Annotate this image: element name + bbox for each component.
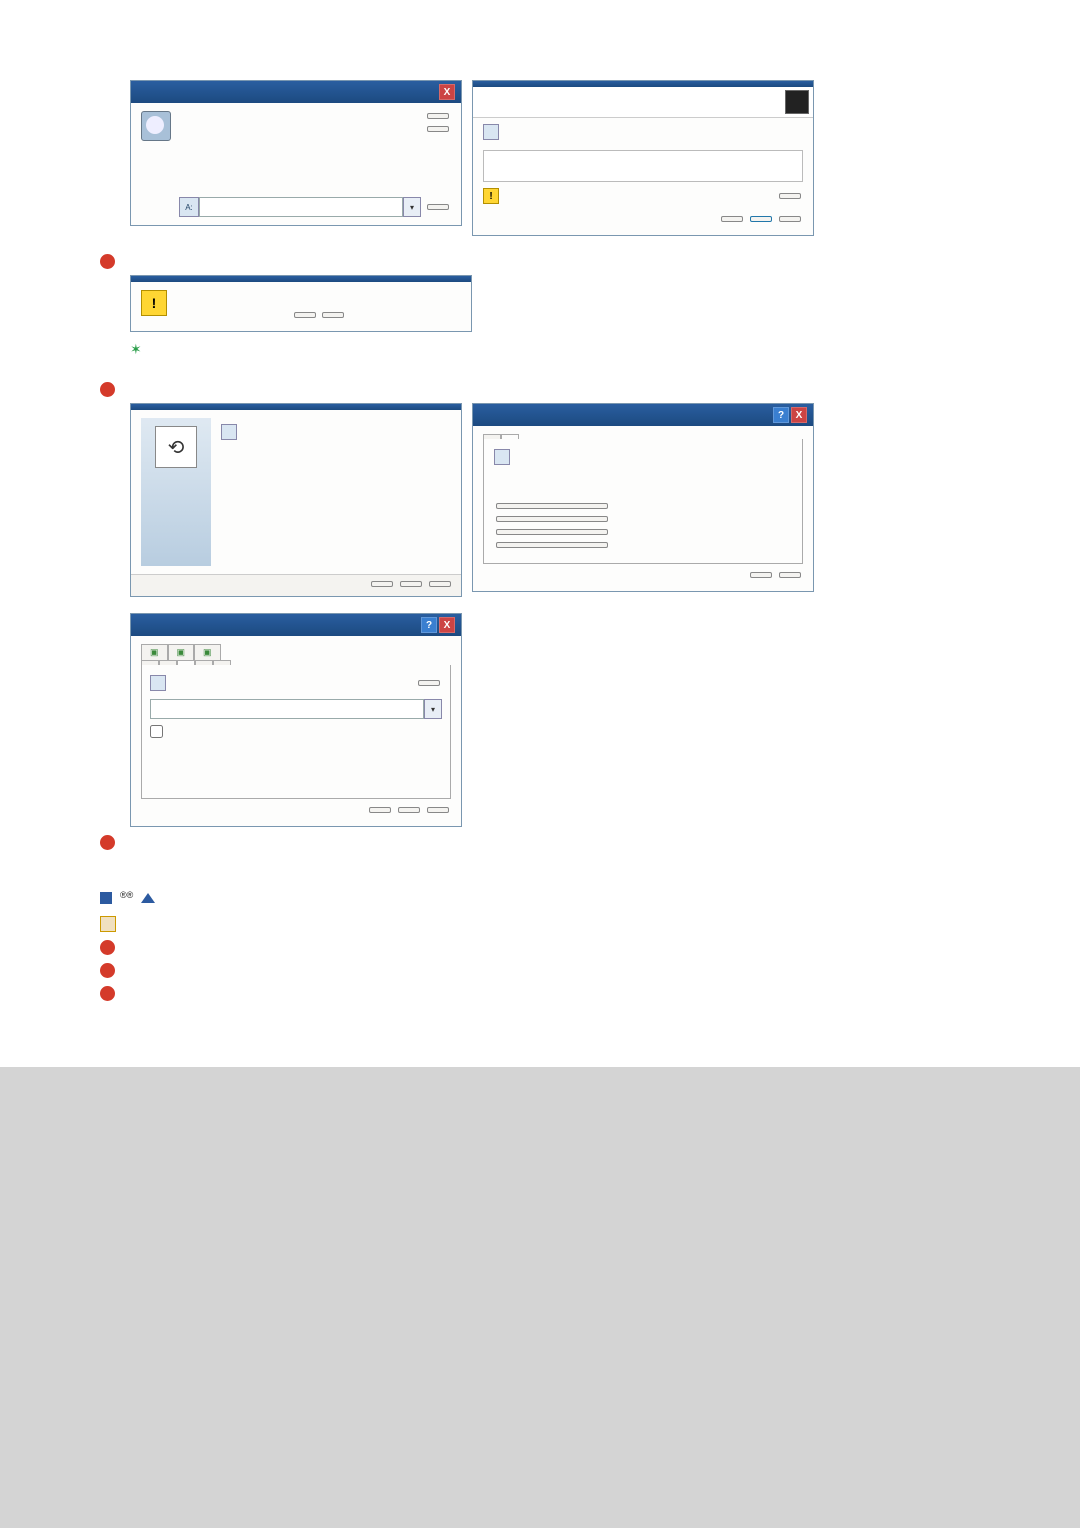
tab-color-correction[interactable]: ▣	[194, 644, 221, 660]
disk-icon	[141, 111, 171, 141]
tab-device[interactable]: ▣	[168, 644, 195, 660]
tab-general-d[interactable]	[141, 660, 159, 665]
wizard-graphic: ⟲	[141, 418, 211, 566]
step-9	[100, 380, 980, 397]
refresh-rate-select[interactable]	[150, 699, 424, 719]
warning-icon: !	[141, 290, 167, 316]
monitor-icon	[221, 424, 237, 440]
hw-installation-dialog: !	[130, 275, 472, 332]
signer-value	[526, 487, 528, 489]
sub-step-1-number	[100, 940, 115, 955]
properties-button[interactable]	[418, 680, 440, 686]
step-9-number	[100, 382, 115, 397]
cancel-button	[429, 581, 451, 587]
dialog-row-2: ⟲	[130, 403, 980, 603]
monitor-icon	[494, 449, 510, 465]
display-properties-dialog: ?X ▣ ▣ ▣	[130, 613, 462, 827]
close-icon[interactable]: X	[439, 617, 455, 633]
step-10	[100, 833, 980, 850]
install-from-disk-titlebar: X	[131, 81, 461, 103]
stop-installation-button[interactable]	[322, 312, 344, 318]
ok-button[interactable]	[369, 807, 391, 813]
cancel-button[interactable]	[398, 807, 420, 813]
help-icon[interactable]: ?	[773, 407, 789, 423]
sub-step-2-number	[100, 963, 115, 978]
finish-button[interactable]	[400, 581, 422, 587]
version-value	[526, 483, 528, 485]
cancel-button[interactable]	[427, 126, 449, 132]
date-label	[520, 479, 522, 481]
up-arrow-icon[interactable]	[141, 893, 155, 903]
close-icon[interactable]: X	[791, 407, 807, 423]
tab-color-management[interactable]	[213, 660, 231, 665]
help-icon[interactable]: ?	[421, 617, 437, 633]
rollback-driver-button[interactable]	[496, 529, 608, 535]
continue-anyway-button[interactable]	[294, 312, 316, 318]
step-8	[100, 252, 980, 269]
bullet-icon	[100, 892, 112, 904]
sig-not-found-instr	[100, 916, 980, 932]
os-heading: ®®	[100, 890, 980, 906]
dialog-row-1: X	[130, 80, 980, 242]
signer-label	[520, 487, 522, 489]
warning-icon: !	[483, 188, 499, 204]
dropdown-icon[interactable]: ▾	[403, 197, 421, 217]
apply-button	[427, 807, 449, 813]
tab-monitor[interactable]	[177, 660, 195, 665]
cancel-button	[779, 572, 801, 578]
dropdown-icon[interactable]: ▾	[424, 699, 442, 719]
sub-step-1	[100, 938, 980, 955]
tab-geforce[interactable]: ▣	[141, 644, 168, 660]
hw-update-select-dialog: !	[472, 80, 814, 236]
uninstall-button[interactable]	[496, 542, 608, 548]
sub-step-2	[100, 961, 980, 978]
close-button[interactable]	[750, 572, 772, 578]
monitor-icon	[483, 124, 499, 140]
drive-icon: A:	[179, 197, 199, 217]
driver-details-button[interactable]	[496, 503, 608, 509]
driver-props-titlebar: ?X	[473, 404, 813, 426]
step-8-number	[100, 254, 115, 269]
update-driver-button[interactable]	[496, 516, 608, 522]
note-icon: ✶	[130, 342, 142, 356]
version-label	[520, 483, 522, 485]
sub-step-3-number	[100, 986, 115, 1001]
driver-properties-dialog: ?X	[472, 403, 814, 592]
ok-button[interactable]	[427, 113, 449, 119]
hardware-icon	[785, 90, 809, 114]
display-props-titlebar: ?X	[131, 614, 461, 636]
provider-label	[520, 475, 522, 477]
tab-troubleshoot[interactable]	[195, 660, 213, 665]
back-button	[371, 581, 393, 587]
close-icon[interactable]: X	[439, 84, 455, 100]
provider-value	[526, 475, 528, 477]
have-disk-button[interactable]	[779, 193, 801, 199]
monitor-icon	[150, 675, 166, 691]
step-10-number	[100, 835, 115, 850]
tab-general[interactable]	[483, 434, 501, 439]
tab-adapter[interactable]	[159, 660, 177, 665]
date-value	[526, 479, 528, 481]
hide-modes-checkbox[interactable]	[150, 725, 442, 738]
tab-driver[interactable]	[501, 434, 519, 439]
info-icon	[100, 916, 116, 932]
browse-button[interactable]	[427, 204, 449, 210]
page-container: X	[0, 0, 1080, 1067]
sub-step-3	[100, 984, 980, 1001]
completing-wizard-dialog: ⟲	[130, 403, 462, 597]
install-from-disk-dialog: X	[130, 80, 462, 226]
next-button[interactable]	[750, 216, 772, 222]
cancel-button[interactable]	[779, 216, 801, 222]
back-button[interactable]	[721, 216, 743, 222]
